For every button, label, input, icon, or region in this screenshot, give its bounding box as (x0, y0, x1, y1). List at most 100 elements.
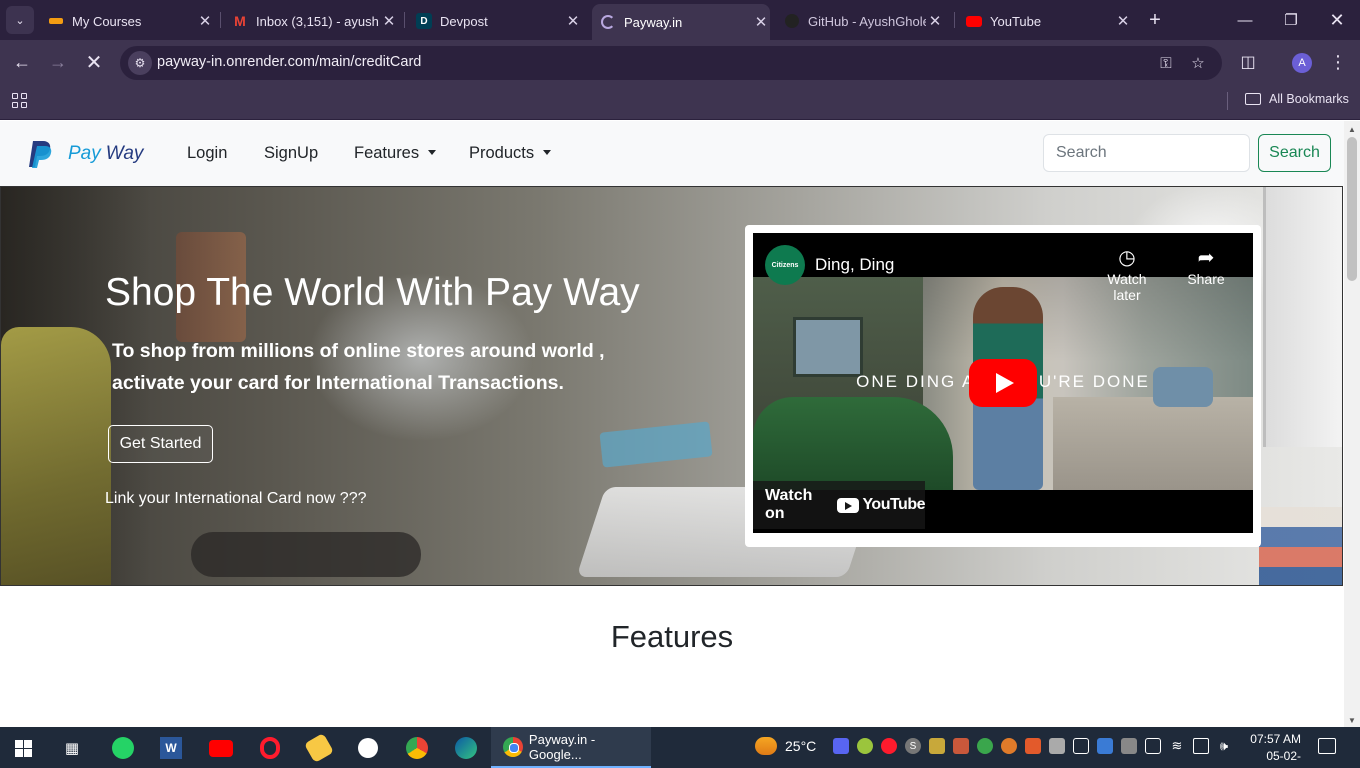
tray-tool-icon[interactable] (953, 738, 969, 754)
tray-audio-icon[interactable] (1025, 738, 1041, 754)
all-bookmarks-button[interactable]: All Bookmarks (1245, 92, 1349, 106)
weather-icon (755, 737, 777, 755)
nav-products-label: Products (469, 144, 535, 162)
search-input[interactable] (1043, 134, 1250, 172)
weather-widget[interactable]: 25°C (755, 737, 816, 755)
tab-gmail[interactable]: M Inbox (3,151) - ayush ✕ (232, 6, 398, 36)
close-window-button[interactable]: ✕ (1320, 6, 1354, 34)
watch-later-label: Watch later (1107, 271, 1147, 303)
brand-logo[interactable]: Pay Way (26, 139, 143, 169)
tray-green-icon[interactable] (977, 738, 993, 754)
play-button[interactable] (969, 359, 1037, 407)
share-button[interactable]: ➦ Share (1171, 245, 1241, 287)
hero-section: Shop The World With Pay Way To shop from… (0, 186, 1343, 586)
tab-search-button[interactable]: ⌄ (6, 6, 34, 34)
tray-s-icon[interactable]: S (905, 738, 921, 754)
get-started-button[interactable]: Get Started (108, 425, 213, 463)
usb-icon[interactable] (1073, 738, 1089, 754)
notification-center-icon[interactable] (1318, 738, 1336, 754)
tab-github[interactable]: GitHub - AyushGhole ✕ (784, 6, 944, 36)
tab-title: Payway.in (624, 14, 683, 30)
page-scrollbar[interactable]: ▲ ▼ (1344, 121, 1360, 727)
tray-display-icon[interactable] (1121, 738, 1137, 754)
back-button[interactable]: ← (8, 48, 36, 76)
watch-later-button[interactable]: ◷ Watch later (1092, 245, 1162, 303)
stop-loading-button[interactable]: ✕ (80, 48, 108, 76)
tab-youtube[interactable]: YouTube ✕ (966, 6, 1132, 36)
camera-icon[interactable] (1145, 738, 1161, 754)
bookmark-star-icon[interactable]: ☆ (1187, 52, 1209, 74)
tray-chart-icon[interactable] (929, 738, 945, 754)
restore-button[interactable]: ❐ (1274, 6, 1308, 34)
close-icon[interactable]: ✕ (564, 12, 582, 30)
close-icon[interactable]: ✕ (752, 13, 770, 31)
url-text[interactable]: payway-in.onrender.com/main/creditCard (157, 54, 421, 70)
edge-icon[interactable] (450, 732, 482, 764)
github-desktop-icon[interactable] (352, 732, 384, 764)
nav-features-dropdown[interactable]: Features (354, 144, 437, 163)
youtube-app-icon[interactable] (205, 732, 237, 764)
tab-divider (954, 12, 955, 28)
tab-payway[interactable]: Payway.in ✕ (592, 4, 770, 40)
brand-pay-text: Pay (68, 143, 101, 164)
password-key-icon[interactable]: ⚿ (1155, 52, 1177, 74)
forward-button[interactable]: → (44, 48, 72, 76)
nav-login-link[interactable]: Login (187, 144, 227, 163)
scene-street (1053, 397, 1253, 490)
search-button[interactable]: Search (1258, 134, 1331, 172)
apps-grid-icon[interactable] (12, 93, 28, 109)
tray-blue-icon[interactable] (1097, 738, 1113, 754)
loading-spinner-icon (600, 14, 616, 30)
scroll-down-arrow-icon[interactable]: ▼ (1348, 716, 1356, 725)
close-icon[interactable]: ✕ (926, 12, 944, 30)
opera-tray-icon[interactable] (881, 738, 897, 754)
nav-signup-link[interactable]: SignUp (264, 144, 318, 163)
youtube-wordmark: YouTube (862, 496, 925, 513)
youtube-icon (966, 13, 982, 29)
fruit-app-icon[interactable] (303, 732, 335, 764)
close-icon[interactable]: ✕ (380, 12, 398, 30)
courses-favicon-icon (48, 13, 64, 29)
tab-devpost[interactable]: D Devpost ✕ (416, 6, 582, 36)
hero-background-monitor (1263, 187, 1342, 447)
tab-my-courses[interactable]: My Courses ✕ (48, 6, 214, 36)
video-card: ONE DING AND YOU'RE DONE Citizens Ding, … (745, 225, 1261, 547)
taskbar-active-chrome-window[interactable]: Payway.in - Google... (491, 727, 651, 768)
opera-icon[interactable] (254, 732, 286, 764)
scroll-up-arrow-icon[interactable]: ▲ (1348, 125, 1356, 134)
whatsapp-icon[interactable] (107, 732, 139, 764)
video-title[interactable]: Ding, Ding (815, 255, 894, 275)
close-icon[interactable]: ✕ (196, 12, 214, 30)
new-tab-button[interactable]: + (1144, 8, 1166, 32)
share-arrow-icon: ➦ (1197, 247, 1215, 269)
channel-avatar[interactable]: Citizens (765, 245, 805, 285)
youtube-embed[interactable]: ONE DING AND YOU'RE DONE Citizens Ding, … (753, 233, 1253, 533)
volume-icon[interactable]: 🕪 (1216, 738, 1232, 754)
wifi-icon[interactable]: ≋ (1169, 738, 1185, 754)
menu-icon[interactable]: ⋮ (1324, 48, 1352, 76)
profile-avatar[interactable]: A (1292, 53, 1312, 73)
windows-taskbar: ▦ W Payway.in - Google... 25°C S ≋ 🕪 07:… (0, 727, 1360, 768)
chrome-window-icon (503, 736, 523, 757)
tray-network-share-icon[interactable] (1049, 738, 1065, 754)
discord-tray-icon[interactable] (833, 738, 849, 754)
address-bar[interactable]: ⚙ payway-in.onrender.com/main/creditCard… (120, 46, 1222, 80)
word-icon[interactable]: W (155, 732, 187, 764)
minimize-button[interactable]: — (1228, 6, 1262, 34)
close-icon[interactable]: ✕ (1114, 12, 1132, 30)
tray-orange-icon[interactable] (1001, 738, 1017, 754)
chrome-icon[interactable] (401, 732, 433, 764)
scroll-thumb[interactable] (1347, 137, 1357, 281)
clock-icon: ◷ (1118, 247, 1136, 269)
site-navbar: Pay Way Login SignUp Features Products S… (0, 121, 1344, 186)
watch-on-youtube-button[interactable]: Watch on YouTube (753, 481, 925, 529)
task-view-icon[interactable]: ▦ (56, 732, 88, 764)
tray-app-icon[interactable] (857, 738, 873, 754)
windows-start-icon[interactable] (15, 740, 32, 757)
battery-icon[interactable] (1193, 738, 1209, 754)
link-card-text: Link your International Card now ??? (105, 490, 367, 507)
system-clock[interactable]: 07:57 AM 05-02-2025 (1243, 731, 1301, 768)
site-info-icon[interactable]: ⚙ (128, 51, 152, 75)
extensions-icon[interactable]: ◫ (1234, 48, 1262, 76)
nav-products-dropdown[interactable]: Products (469, 144, 552, 163)
